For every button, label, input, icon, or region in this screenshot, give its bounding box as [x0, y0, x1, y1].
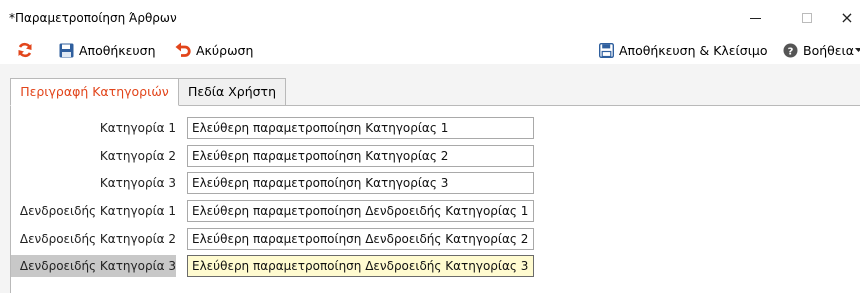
field-label-wrap: Κατηγορία 2 — [11, 145, 176, 167]
tab-container: Περιγραφή Κατηγοριών Πεδία Χρήστη Κατηγο… — [0, 64, 860, 293]
help-button[interactable]: ? Βοήθεια — [783, 38, 860, 62]
tab-user-fields[interactable]: Πεδία Χρήστη — [179, 78, 286, 106]
close-button[interactable]: × — [830, 6, 860, 30]
cancel-label: Ακύρωση — [196, 42, 254, 58]
tree-category-2-input[interactable]: Ελεύθερη παραμετροποίηση Δενδροειδής Κατ… — [187, 228, 534, 250]
window-title: *Παραμετροποίηση Άρθρων — [9, 11, 177, 25]
field-label: Δενδροειδής Κατηγορία 2 — [19, 232, 176, 246]
chevron-down-icon — [855, 47, 860, 52]
field-label-wrap-highlighted: Δενδροειδής Κατηγορία 3 — [11, 255, 176, 277]
save-close-label: Αποθήκευση & Κλείσιμο — [619, 42, 768, 58]
save-label: Αποθήκευση — [79, 42, 156, 58]
svg-text:?: ? — [788, 46, 794, 57]
toolbar: Αποθήκευση Ακύρωση Αποθήκευση & Κλείσιμο… — [0, 36, 860, 64]
maximize-button[interactable] — [790, 6, 824, 30]
tab-category-descriptions[interactable]: Περιγραφή Κατηγοριών — [10, 78, 179, 106]
field-label: Κατηγορία 1 — [99, 121, 176, 135]
help-icon: ? — [783, 43, 798, 57]
refresh-button[interactable] — [17, 38, 38, 62]
save-button[interactable]: Αποθήκευση — [59, 38, 156, 62]
minimize-button[interactable] — [738, 6, 772, 30]
field-label-wrap: Δενδροειδής Κατηγορία 1 — [11, 200, 176, 222]
category-3-input[interactable]: Ελεύθερη παραμετροποίηση Κατηγορίας 3 — [187, 172, 534, 194]
window-titlebar: *Παραμετροποίηση Άρθρων × — [0, 0, 860, 36]
field-label: Κατηγορία 3 — [99, 176, 176, 190]
field-label-wrap: Δενδροειδής Κατηγορία 2 — [11, 228, 176, 250]
category-2-input[interactable]: Ελεύθερη παραμετροποίηση Κατηγορίας 2 — [187, 145, 534, 167]
tab-panel: Κατηγορία 1 Ελεύθερη παραμετροποίηση Κατ… — [10, 105, 860, 293]
close-icon: × — [840, 8, 854, 27]
undo-icon — [175, 42, 191, 57]
category-1-input[interactable]: Ελεύθερη παραμετροποίηση Κατηγορίας 1 — [187, 117, 534, 139]
field-label: Δενδροειδής Κατηγορία 3 — [19, 259, 176, 273]
field-label: Δενδροειδής Κατηγορία 1 — [19, 204, 176, 218]
tree-category-1-input[interactable]: Ελεύθερη παραμετροποίηση Δενδροειδής Κατ… — [187, 200, 534, 222]
save-close-icon — [599, 42, 614, 58]
maximize-icon — [802, 13, 812, 23]
refresh-icon — [18, 42, 32, 58]
tree-category-3-input[interactable]: Ελεύθερη παραμετροποίηση Δενδροειδής Κατ… — [187, 255, 534, 277]
save-close-button[interactable]: Αποθήκευση & Κλείσιμο — [599, 38, 768, 62]
cancel-button[interactable]: Ακύρωση — [175, 38, 253, 62]
field-label-wrap: Κατηγορία 1 — [11, 117, 176, 139]
field-label-wrap: Κατηγορία 3 — [11, 172, 176, 194]
save-icon — [59, 43, 74, 57]
help-label: Βοήθεια — [803, 42, 855, 58]
field-label: Κατηγορία 2 — [99, 149, 176, 163]
minimize-icon — [749, 17, 761, 19]
